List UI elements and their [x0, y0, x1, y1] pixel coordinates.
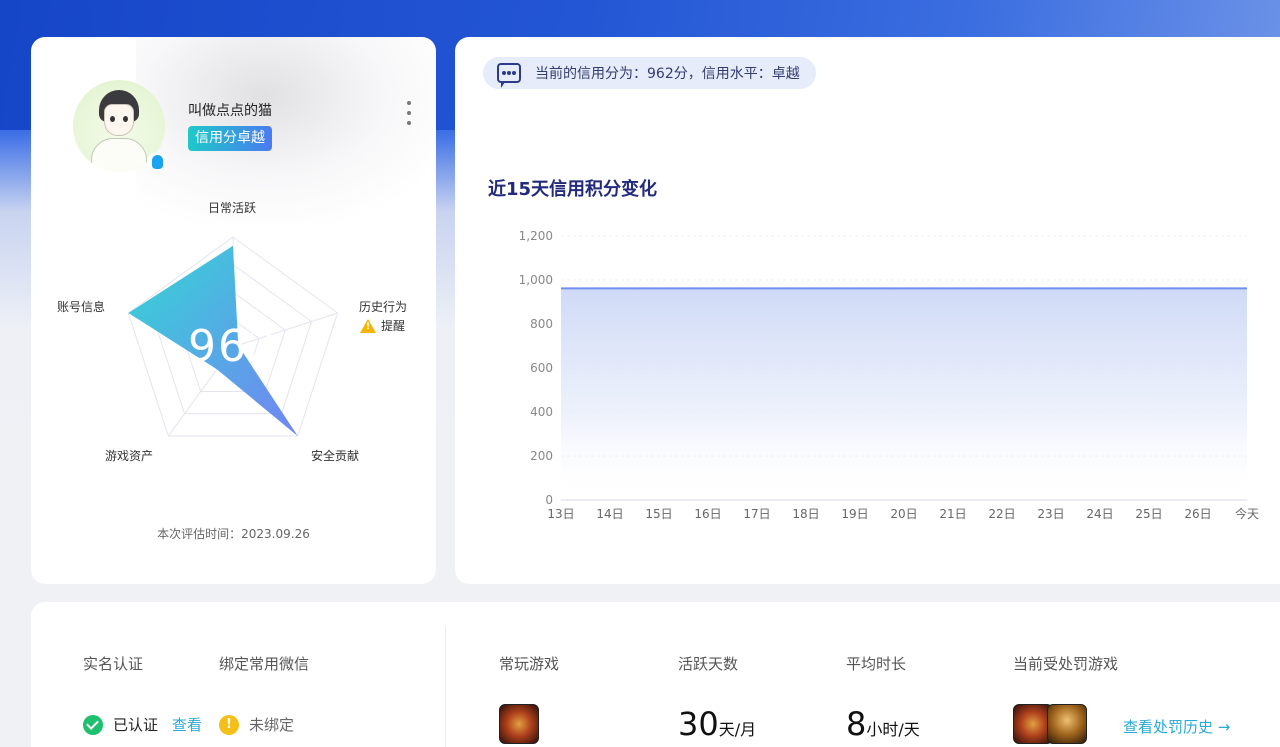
punished-game-icon-2[interactable]: [1047, 704, 1087, 744]
history-warning[interactable]: ! 提醒: [360, 317, 405, 334]
wechat-status: ! 未绑定: [219, 714, 294, 735]
real-name-label: 实名认证: [83, 655, 144, 673]
x-tick-label-8: 21日: [939, 507, 966, 521]
avg-time-label: 平均时长: [846, 655, 907, 673]
x-tick-label-1: 14日: [596, 507, 623, 521]
x-tick-label-5: 18日: [792, 507, 819, 521]
real-name-status: 已认证 查看: [83, 714, 202, 735]
view-punishment-history-link[interactable]: 查看处罚历史 →: [1123, 716, 1230, 737]
wechat-label: 绑定常用微信: [219, 655, 310, 673]
radar-chart: 962: [31, 187, 436, 527]
y-tick-label-1: 200: [530, 449, 553, 463]
x-tick-label-12: 25日: [1135, 507, 1162, 521]
message-icon: [497, 63, 521, 88]
x-tick-label-11: 24日: [1086, 507, 1113, 521]
avg-time-number: 8: [846, 705, 867, 743]
y-tick-label-6: 1,200: [519, 229, 553, 243]
x-tick-label-13: 26日: [1184, 507, 1211, 521]
check-icon: [83, 714, 103, 735]
active-days-label: 活跃天数: [678, 655, 739, 673]
x-tick-label-14: 今天: [1235, 506, 1259, 521]
real-name-status-text: 已认证: [113, 716, 159, 734]
x-tick-label-6: 19日: [841, 507, 868, 521]
radar-label-account: 账号信息: [57, 300, 106, 314]
warning-label: 提醒: [381, 319, 406, 333]
active-days-value: 30天/月: [678, 705, 756, 743]
radar-label-security: 安全贡献: [311, 449, 360, 463]
y-tick-label-2: 400: [530, 405, 553, 419]
stats-card: 实名认证 已认证 查看 绑定常用微信 ! 未绑定 常玩游戏 活跃天数 30天/月…: [31, 602, 1280, 747]
view-real-name-link[interactable]: 查看: [172, 714, 202, 735]
score-notice: 当前的信用分为：962分，信用水平：卓越: [483, 57, 816, 89]
x-tick-label-2: 15日: [645, 507, 672, 521]
wechat-status-text: 未绑定: [249, 716, 295, 734]
series-area: [561, 288, 1247, 500]
warning-icon: !: [360, 318, 376, 333]
x-tick-label-7: 20日: [890, 507, 917, 521]
chart-title: 近15天信用积分变化: [488, 179, 658, 200]
notice-text: 当前的信用分为：962分，信用水平：卓越: [535, 66, 800, 82]
evaluation-time: 本次评估时间：2023.09.26: [157, 527, 310, 541]
radar-label-assets: 游戏资产: [105, 449, 154, 463]
avg-time-unit: 小时/天: [866, 720, 920, 739]
x-tick-label-10: 23日: [1037, 507, 1064, 521]
username: 叫做点点的猫: [188, 103, 272, 119]
alert-icon: !: [219, 714, 239, 735]
level-badge: 信用分卓越: [188, 126, 272, 151]
common-games-label: 常玩游戏: [499, 655, 560, 673]
credit-score-chart: 0 200 400 600 800 1,000 1,200 13日 14日 15日 16日 17日 18…: [519, 229, 1259, 521]
punished-games-label: 当前受处罚游戏: [1013, 655, 1119, 673]
divider: [445, 627, 446, 747]
avg-time-value: 8小时/天: [846, 705, 920, 743]
chart-card: 当前的信用分为：962分，信用水平：卓越 近15天信用积分变化 0 200 400 6…: [455, 37, 1280, 584]
game-icon[interactable]: [499, 704, 539, 744]
radar-label-daily-active: 日常活跃: [208, 201, 257, 215]
credit-score-value: 962: [188, 321, 278, 372]
x-tick-label-0: 13日: [547, 507, 574, 521]
active-days-unit: 天/月: [718, 720, 757, 739]
x-tick-label-9: 22日: [988, 507, 1015, 521]
profile-card: 叫做点点的猫 信用分卓越 962 日常活跃 历史行为 ! 提醒 安全贡献 游戏资…: [31, 37, 436, 584]
x-tick-label-4: 17日: [743, 507, 770, 521]
y-tick-label-5: 1,000: [519, 273, 553, 287]
y-tick-label-4: 800: [530, 317, 553, 331]
x-tick-label-3: 16日: [694, 507, 721, 521]
y-tick-label-0: 0: [545, 493, 553, 507]
y-tick-label-3: 600: [530, 361, 553, 375]
more-options-icon[interactable]: [403, 101, 415, 125]
radar-label-history: 历史行为: [359, 300, 408, 314]
active-days-number: 30: [678, 705, 719, 743]
qq-icon: [147, 152, 167, 172]
